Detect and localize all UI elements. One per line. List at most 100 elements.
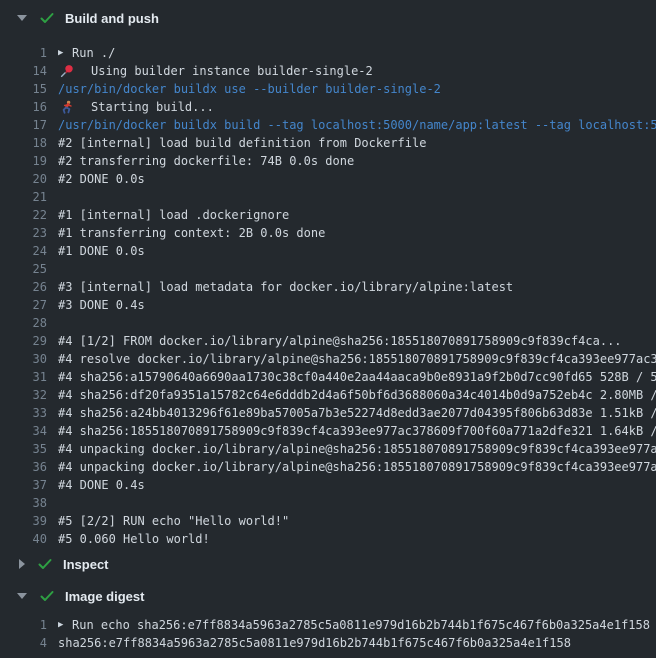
line-number[interactable]: 25 — [0, 260, 47, 278]
chevron-right-icon[interactable] — [19, 559, 25, 569]
line-number[interactable]: 17 — [0, 116, 47, 134]
line-text: #2 DONE 0.0s — [58, 170, 145, 188]
log-line: 1 ▶ Run echo sha256:e7ff8834a5963a2785c5a0… — [0, 616, 656, 634]
log-line: 30 #4 resolve docker.io/library/alpine@sh… — [0, 350, 656, 368]
chevron-down-icon[interactable] — [17, 593, 27, 599]
line-number[interactable]: 27 — [0, 296, 47, 314]
line-number[interactable]: 15 — [0, 80, 47, 98]
line-text: #4 unpacking docker.io/library/alpine@sh… — [58, 440, 656, 458]
line-text: #4 sha256:a24bb4013296f61e89ba57005a7b3e… — [58, 404, 656, 422]
line-content: #1 DONE 0.0s — [58, 242, 656, 260]
section-header-build-and-push[interactable]: Build and push — [0, 2, 656, 34]
line-content: #4 DONE 0.4s — [58, 476, 656, 494]
line-number[interactable]: 31 — [0, 368, 47, 386]
log-line: 37 #4 DONE 0.4s — [0, 476, 656, 494]
log-line: 36#4 unpacking docker.io/library/alpine@… — [0, 458, 656, 476]
line-content — [58, 314, 656, 332]
line-number[interactable]: 4 — [0, 634, 47, 652]
line-content: #4 sha256:a24bb4013296f61e89ba57005a7b3e… — [58, 404, 656, 422]
line-text: #4 resolve docker.io/library/alpine@sha2… — [58, 350, 656, 368]
line-number[interactable]: 18 — [0, 134, 47, 152]
log-line: 22 #1 [internal] load .dockerignore — [0, 206, 656, 224]
pushpin-icon — [58, 64, 91, 78]
line-number[interactable]: 26 — [0, 278, 47, 296]
log-section-inspect: Inspect — [0, 548, 656, 580]
line-text: #1 DONE 0.0s — [58, 242, 145, 260]
log-line: 23 #1 transferring context: 2B 0.0s done — [0, 224, 656, 242]
line-text: #2 transferring dockerfile: 74B 0.0s don… — [58, 152, 354, 170]
log-section-build-and-push: Build and push 1 ▶Run ./ 14 Using builder in… — [0, 2, 656, 548]
log-line: 34 #4 sha256:185518070891758909c9f839cf4c… — [0, 422, 656, 440]
log-line: 19 #2 transferring dockerfile: 74B 0.0s d… — [0, 152, 656, 170]
line-text: /usr/bin/docker buildx use --builder bui… — [58, 80, 441, 98]
line-number[interactable]: 35 — [0, 440, 47, 458]
log-line: 27 #3 DONE 0.4s — [0, 296, 656, 314]
expand-group-icon[interactable]: ▶ — [58, 44, 66, 62]
check-success-icon — [39, 588, 55, 604]
line-text: Run echo sha256:e7ff8834a5963a2785c5a081… — [72, 616, 650, 634]
line-content: #4 sha256:df20fa9351a15782c64e6dddb2d4a6… — [58, 386, 656, 404]
line-number[interactable]: 39 — [0, 512, 47, 530]
line-content: ▶ Run echo sha256:e7ff8834a5963a2785c5a08… — [58, 616, 656, 634]
line-text: #1 transferring context: 2B 0.0s done — [58, 224, 325, 242]
line-text: #5 0.060 Hello world! — [58, 530, 210, 548]
line-number[interactable]: 40 — [0, 530, 47, 548]
chevron-down-icon[interactable] — [17, 15, 27, 21]
line-text: #4 sha256:df20fa9351a15782c64e6dddb2d4a6… — [58, 386, 656, 404]
log-line: 14 Using builder instance builder-single-… — [0, 62, 656, 80]
line-number[interactable]: 28 — [0, 314, 47, 332]
line-content: #4 unpacking docker.io/library/alpine@sh… — [58, 440, 656, 458]
line-text: /usr/bin/docker buildx build --tag local… — [58, 116, 656, 134]
line-number[interactable]: 32 — [0, 386, 47, 404]
line-number[interactable]: 14 — [0, 62, 47, 80]
log-line: 16 Starting build... — [0, 98, 656, 116]
line-number[interactable]: 1 — [0, 44, 47, 62]
check-success-icon — [39, 10, 55, 26]
line-number[interactable]: 37 — [0, 476, 47, 494]
line-number[interactable]: 20 — [0, 170, 47, 188]
line-text: #1 [internal] load .dockerignore — [58, 206, 289, 224]
line-content: #3 [internal] load metadata for docker.i… — [58, 278, 656, 296]
section-title: Image digest — [65, 589, 144, 604]
line-content: #5 0.060 Hello world! — [58, 530, 656, 548]
line-content: #4 sha256:185518070891758909c9f839cf4ca3… — [58, 422, 656, 440]
line-number[interactable]: 36 — [0, 458, 47, 476]
line-number[interactable]: 34 — [0, 422, 47, 440]
log-section-image-digest: Image digest 1 ▶ Run echo sha256:e7ff8834a5… — [0, 580, 656, 652]
line-text: #4 DONE 0.4s — [58, 476, 145, 494]
log-line: 40 #5 0.060 Hello world! — [0, 530, 656, 548]
line-content — [58, 260, 656, 278]
log-line: 32 #4 sha256:df20fa9351a15782c64e6dddb2d4… — [0, 386, 656, 404]
log-line: 20 #2 DONE 0.0s — [0, 170, 656, 188]
line-number[interactable]: 29 — [0, 332, 47, 350]
line-text: #3 DONE 0.4s — [58, 296, 145, 314]
section-header-inspect[interactable]: Inspect — [0, 548, 656, 580]
section-header-image-digest[interactable]: Image digest — [0, 580, 656, 612]
log-line: 31#4 sha256:a15790640a6690aa1730c38cf0a4… — [0, 368, 656, 386]
line-content: Starting build... — [58, 98, 656, 116]
section-log-lines: 1 ▶ Run echo sha256:e7ff8834a5963a2785c5a0… — [0, 612, 656, 652]
line-content: ▶Run ./ — [58, 44, 656, 62]
line-text: Starting build... — [91, 98, 214, 116]
line-number[interactable]: 16 — [0, 98, 47, 116]
line-number[interactable]: 23 — [0, 224, 47, 242]
expand-group-icon[interactable]: ▶ — [58, 616, 66, 634]
line-text: Using builder instance builder-single-2 — [91, 62, 373, 80]
log-line: 38 — [0, 494, 656, 512]
line-number[interactable]: 21 — [0, 188, 47, 206]
log-line: 26 #3 [internal] load metadata for docker… — [0, 278, 656, 296]
log-line: 18#2 [internal] load build definition fr… — [0, 134, 656, 152]
line-number[interactable]: 30 — [0, 350, 47, 368]
line-number[interactable]: 22 — [0, 206, 47, 224]
line-number[interactable]: 19 — [0, 152, 47, 170]
line-number[interactable]: 1 — [0, 616, 47, 634]
log-line: 29#4 [1/2] FROM docker.io/library/alpine… — [0, 332, 656, 350]
log-line: 1 ▶Run ./ — [0, 44, 656, 62]
line-number[interactable]: 33 — [0, 404, 47, 422]
line-number[interactable]: 38 — [0, 494, 47, 512]
line-text: #4 sha256:185518070891758909c9f839cf4ca3… — [58, 422, 656, 440]
log-line: 33 #4 sha256:a24bb4013296f61e89ba57005a7b… — [0, 404, 656, 422]
log-line: 21 — [0, 188, 656, 206]
line-number[interactable]: 24 — [0, 242, 47, 260]
section-title: Build and push — [65, 11, 159, 26]
